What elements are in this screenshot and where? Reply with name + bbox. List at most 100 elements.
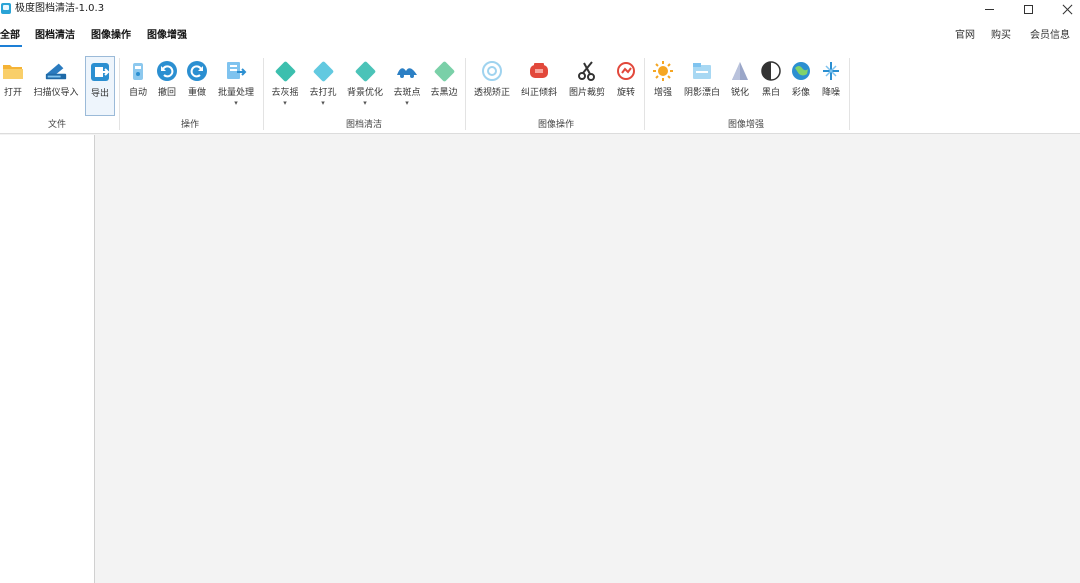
chevron-down-icon: ▾ bbox=[234, 99, 238, 107]
maximize-icon bbox=[1023, 4, 1033, 14]
rotate-button[interactable]: 旋转 bbox=[613, 56, 639, 116]
despeckle-button[interactable]: 去斑点 ▾ bbox=[389, 56, 425, 116]
sharpen-label: 锐化 bbox=[730, 88, 749, 98]
tab-all[interactable]: 全部 bbox=[0, 30, 20, 42]
export-button[interactable]: 导出 bbox=[85, 56, 115, 116]
perspective-correct-label: 透视矫正 bbox=[473, 88, 510, 98]
group-divider bbox=[849, 58, 850, 130]
chevron-down-icon: ▾ bbox=[283, 99, 287, 107]
redo-icon bbox=[185, 59, 209, 83]
redo-label: 重做 bbox=[187, 88, 206, 98]
batch-process-label: 批量处理 bbox=[217, 88, 254, 98]
group-label-file: 文件 bbox=[47, 120, 67, 130]
black-white-icon bbox=[759, 59, 783, 83]
deskew-label: 纠正倾斜 bbox=[520, 88, 557, 98]
enhance-label: 增强 bbox=[653, 88, 672, 98]
file-list-panel[interactable] bbox=[0, 135, 95, 583]
perspective-correct-button[interactable]: 透视矫正 bbox=[470, 56, 514, 116]
remove-black-border-button[interactable]: 去黑边 bbox=[427, 56, 461, 116]
app-window: 极度图档清洁-1.0.3 全部 图档清洁 图像操作 图像增强 官网 购买 会员信… bbox=[0, 0, 1080, 583]
shadow-bleach-icon bbox=[690, 59, 714, 83]
denoise-label: 降噪 bbox=[821, 88, 840, 98]
tab-image-operation[interactable]: 图像操作 bbox=[91, 30, 131, 42]
open-label: 打开 bbox=[3, 88, 22, 98]
color-label: 彩像 bbox=[791, 88, 810, 98]
member-info-link[interactable]: 会员信息 bbox=[1030, 30, 1070, 42]
background-optimize-icon bbox=[353, 59, 377, 83]
tab-image-enhance[interactable]: 图像增强 bbox=[147, 30, 187, 42]
denoise-icon bbox=[819, 59, 843, 83]
scanner-icon bbox=[44, 59, 68, 83]
background-optimize-button[interactable]: 背景优化 ▾ bbox=[343, 56, 387, 116]
enhance-button[interactable]: 增强 bbox=[650, 56, 676, 116]
maximize-button[interactable] bbox=[1011, 0, 1045, 18]
group-divider bbox=[465, 58, 466, 130]
chevron-down-icon: ▾ bbox=[405, 99, 409, 107]
deskew-icon bbox=[527, 59, 551, 83]
chevron-down-icon: ▾ bbox=[363, 99, 367, 107]
close-icon bbox=[1062, 4, 1073, 15]
color-icon bbox=[789, 59, 813, 83]
group-label-document-clean: 图档清洁 bbox=[345, 120, 383, 130]
group-divider bbox=[263, 58, 264, 130]
black-white-button[interactable]: 黑白 bbox=[758, 56, 784, 116]
ribbon-toolbar: 打开 扫描仪导入 导出 文件 自动 撤回 重做 批量处理 ▾ 操作 去灰摇 ▾ … bbox=[0, 54, 1080, 134]
rotate-label: 旋转 bbox=[616, 88, 635, 98]
image-crop-button[interactable]: 图片裁剪 bbox=[565, 56, 609, 116]
despeckle-label: 去斑点 bbox=[393, 88, 421, 98]
chevron-down-icon: ▾ bbox=[321, 99, 325, 107]
batch-process-button[interactable]: 批量处理 ▾ bbox=[214, 56, 258, 116]
batch-icon bbox=[224, 59, 248, 83]
remove-gray-label: 去灰摇 bbox=[271, 88, 299, 98]
remove-black-border-label: 去黑边 bbox=[430, 88, 458, 98]
denoise-button[interactable]: 降噪 bbox=[818, 56, 844, 116]
despeckle-icon bbox=[395, 59, 419, 83]
minimize-icon bbox=[984, 8, 994, 10]
close-button[interactable] bbox=[1050, 0, 1080, 18]
redo-button[interactable]: 重做 bbox=[185, 56, 209, 116]
auto-label: 自动 bbox=[128, 88, 147, 98]
sharpen-icon bbox=[728, 59, 752, 83]
group-label-image-enhance: 图像增强 bbox=[727, 120, 765, 130]
group-divider bbox=[119, 58, 120, 130]
group-label-operation: 操作 bbox=[180, 120, 200, 130]
export-icon bbox=[88, 60, 112, 84]
open-folder-icon bbox=[1, 59, 25, 83]
tab-document-clean[interactable]: 图档清洁 bbox=[35, 30, 75, 42]
undo-icon bbox=[155, 59, 179, 83]
image-crop-label: 图片裁剪 bbox=[568, 88, 605, 98]
rotate-icon bbox=[614, 59, 638, 83]
remove-punch-hole-button[interactable]: 去打孔 ▾ bbox=[305, 56, 341, 116]
active-tab-indicator bbox=[0, 45, 22, 47]
remove-punch-hole-label: 去打孔 bbox=[309, 88, 337, 98]
title-bar: 极度图档清洁-1.0.3 bbox=[0, 0, 1080, 18]
shadow-bleach-label: 阴影漂白 bbox=[683, 88, 720, 98]
perspective-icon bbox=[480, 59, 504, 83]
sharpen-button[interactable]: 锐化 bbox=[727, 56, 753, 116]
app-logo-icon bbox=[1, 3, 11, 14]
background-optimize-label: 背景优化 bbox=[346, 88, 383, 98]
auto-button[interactable]: 自动 bbox=[124, 56, 152, 116]
group-divider bbox=[644, 58, 645, 130]
image-canvas-area[interactable] bbox=[96, 135, 1080, 583]
official-site-link[interactable]: 官网 bbox=[955, 30, 975, 42]
color-button[interactable]: 彩像 bbox=[788, 56, 814, 116]
scanner-import-button[interactable]: 扫描仪导入 bbox=[29, 56, 83, 116]
open-button[interactable]: 打开 bbox=[0, 56, 26, 116]
clean-diamond-icon bbox=[273, 59, 297, 83]
minimize-button[interactable] bbox=[972, 0, 1006, 18]
auto-icon bbox=[126, 59, 150, 83]
sun-icon bbox=[651, 59, 675, 83]
remove-gray-button[interactable]: 去灰摇 ▾ bbox=[267, 56, 303, 116]
black-border-icon bbox=[432, 59, 456, 83]
deskew-button[interactable]: 纠正倾斜 bbox=[517, 56, 561, 116]
group-label-image-operation: 图像操作 bbox=[537, 120, 575, 130]
window-title: 极度图档清洁-1.0.3 bbox=[15, 3, 105, 14]
undo-button[interactable]: 撤回 bbox=[155, 56, 179, 116]
shadow-bleach-button[interactable]: 阴影漂白 bbox=[680, 56, 724, 116]
scanner-import-label: 扫描仪导入 bbox=[33, 88, 79, 98]
menu-tab-bar: 全部 图档清洁 图像操作 图像增强 官网 购买 会员信息 bbox=[0, 18, 1080, 54]
scissors-icon bbox=[575, 59, 599, 83]
purchase-link[interactable]: 购买 bbox=[991, 30, 1011, 42]
punch-hole-icon bbox=[311, 59, 335, 83]
